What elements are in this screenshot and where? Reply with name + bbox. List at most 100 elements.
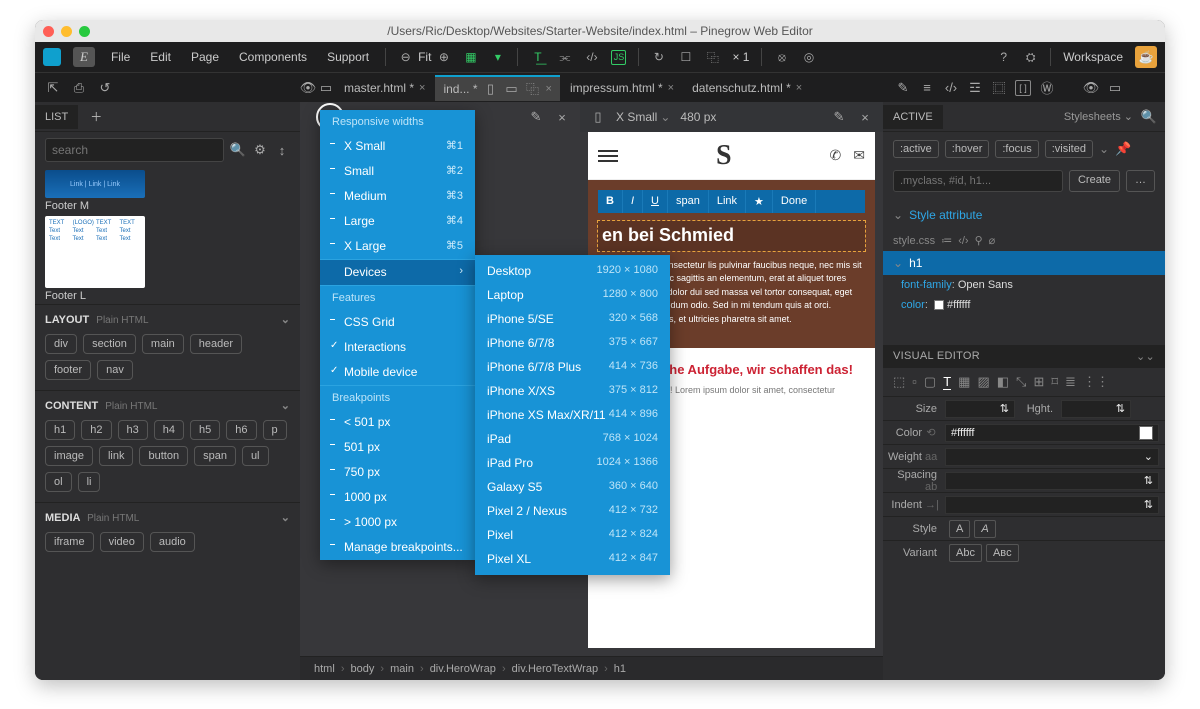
js-badge-icon[interactable]: JS — [611, 50, 626, 65]
export-icon[interactable]: ⇱ — [45, 80, 61, 96]
close-icon[interactable]: × — [546, 83, 552, 95]
filter-icon[interactable]: ↕ — [274, 142, 290, 158]
ve-style-normal[interactable]: A — [949, 520, 970, 538]
pill-h5[interactable]: h5 — [190, 420, 220, 440]
ve-position-icon[interactable]: ⌑ — [1051, 374, 1058, 390]
ve-list-icon[interactable]: ≣ — [1065, 374, 1076, 390]
tab-master[interactable]: master.html *× — [336, 77, 433, 99]
dd-feature[interactable]: CSS Grid — [320, 310, 475, 335]
ve-box-icon[interactable]: ⬚ — [893, 374, 905, 390]
brush-icon[interactable]: ✎ — [895, 80, 911, 96]
pill-ul[interactable]: ul — [242, 446, 269, 466]
print-icon[interactable]: ⎙ — [71, 80, 87, 96]
fit-button[interactable]: Fit — [418, 50, 431, 64]
browser-icon[interactable]: ☐ — [678, 50, 693, 65]
pill-h3[interactable]: h3 — [118, 420, 148, 440]
crumb[interactable]: div.HeroWrap — [430, 663, 506, 675]
ve-size[interactable]: ⇅ — [945, 400, 1015, 418]
multiplier[interactable]: × 1 — [732, 50, 749, 64]
device-outline-icon[interactable]: ▭ — [318, 80, 334, 96]
device-option[interactable]: Desktop1920 × 1080 — [475, 259, 670, 283]
pill-div[interactable]: div — [45, 334, 77, 354]
device-option[interactable]: iPhone XS Max/XR/11414 × 896 — [475, 403, 670, 427]
ve-margin-icon[interactable]: ▫ — [912, 374, 917, 390]
tab-impressum[interactable]: impressum.html *× — [562, 77, 682, 99]
device-option[interactable]: Pixel 2 / Nexus412 × 732 — [475, 499, 670, 523]
pseudo-focus[interactable]: :focus — [995, 140, 1038, 158]
zoom-in-icon[interactable]: ⊕ — [436, 50, 451, 65]
eye-icon[interactable]: 👁 — [300, 80, 316, 96]
ve-bg-icon[interactable]: ▨ — [977, 374, 989, 390]
brackets-icon[interactable]: [ ] — [1015, 80, 1031, 96]
pill-h2[interactable]: h2 — [81, 420, 111, 440]
devices-icon[interactable]: ⿻ — [705, 50, 720, 65]
pill-section[interactable]: section — [83, 334, 136, 354]
ve-more-icon[interactable]: ⋮⋮ — [1083, 374, 1109, 390]
search2-icon[interactable]: 🔍 — [1141, 109, 1157, 125]
tab-index[interactable]: ind... * ▯ ▭ ⿻ × — [435, 75, 559, 101]
refresh-icon[interactable]: ↻ — [651, 50, 666, 65]
ve-weight[interactable]: ⌄ — [945, 448, 1159, 466]
selector-input[interactable] — [893, 170, 1063, 192]
menu-page[interactable]: Page — [187, 47, 223, 67]
help-icon[interactable]: ? — [996, 50, 1011, 65]
pill-iframe[interactable]: iframe — [45, 532, 94, 552]
pill-link[interactable]: link — [99, 446, 134, 466]
device-option[interactable]: iPhone 5/SE320 × 568 — [475, 307, 670, 331]
dd-feature[interactable]: Mobile device — [320, 360, 475, 385]
menu-support[interactable]: Support — [323, 47, 373, 67]
ve-flex-icon[interactable]: ⊞ — [1033, 374, 1044, 390]
mail-icon[interactable]: ✉ — [853, 147, 865, 164]
pill-ol[interactable]: ol — [45, 472, 72, 492]
visibility-off-icon[interactable]: ⦻ — [774, 50, 789, 65]
device-option[interactable]: iPhone 6/7/8375 × 667 — [475, 331, 670, 355]
ve-transform-icon[interactable]: ⤡ — [1016, 374, 1026, 390]
pill-video[interactable]: video — [100, 532, 144, 552]
eye2-icon[interactable]: 👁 — [1083, 80, 1099, 96]
device-option[interactable]: Laptop1280 × 800 — [475, 283, 670, 307]
align-icon[interactable]: ≡ — [919, 80, 935, 96]
underline-button[interactable]: U — [643, 190, 668, 213]
target-icon[interactable]: ◎ — [801, 50, 816, 65]
chevron-down-icon[interactable]: ▾ — [490, 50, 505, 65]
layout-grid-icon[interactable]: ▦ — [463, 50, 478, 65]
pin-icon[interactable]: 📌 — [1115, 141, 1131, 157]
phone-contact-icon[interactable]: ✆ — [830, 147, 842, 164]
pseudo-active[interactable]: :active — [893, 140, 939, 158]
dd-devices[interactable]: Devices› — [320, 260, 475, 285]
dd-breakpoint[interactable]: > 1000 px — [320, 510, 475, 535]
chevron-down-icon[interactable]: ⌄ — [893, 208, 903, 222]
dd-width[interactable]: X Large⌘5 — [320, 234, 475, 259]
ve-style-italic[interactable]: A — [974, 520, 995, 538]
list-tab[interactable]: LIST — [35, 105, 78, 129]
code2-icon[interactable]: ‹/› — [943, 80, 959, 96]
device-option[interactable]: Pixel412 × 824 — [475, 523, 670, 547]
menu-components[interactable]: Components — [235, 47, 311, 67]
close-preview2-icon[interactable]: × — [857, 109, 873, 125]
pinegrow-logo-icon[interactable] — [43, 48, 61, 66]
stylesheet-name[interactable]: style.css — [893, 235, 935, 247]
wordpress-icon[interactable]: Ⓦ — [1039, 80, 1055, 96]
chevron-down-icon[interactable]: ⌄ — [281, 511, 290, 524]
thumb-footer-l[interactable]: TEXT(LOGO)TEXTTEXTTextTextTextTextTextTe… — [45, 216, 290, 302]
component-icon[interactable]: ⿴ — [991, 80, 1007, 96]
zoom-out-icon[interactable]: ⊖ — [398, 50, 413, 65]
dd-breakpoint[interactable]: < 501 px — [320, 410, 475, 435]
close-icon[interactable]: × — [796, 82, 802, 94]
dd-breakpoint[interactable]: 501 px — [320, 435, 475, 460]
ve-text-icon[interactable]: T — [943, 374, 951, 390]
ve-indent[interactable]: ⇅ — [945, 496, 1159, 514]
pill-h4[interactable]: h4 — [154, 420, 184, 440]
link-tool-icon[interactable]: ⫘ — [557, 50, 572, 65]
pill-button[interactable]: button — [139, 446, 188, 466]
panel-icon[interactable]: ▭ — [1107, 80, 1123, 96]
pill-footer[interactable]: footer — [45, 360, 91, 380]
ve-variant-normal[interactable]: Abc — [949, 544, 982, 562]
pseudo-hover[interactable]: :hover — [945, 140, 990, 158]
pill-h6[interactable]: h6 — [226, 420, 256, 440]
ve-color[interactable]: #ffffff — [945, 424, 1159, 442]
lightbulb-icon[interactable]: ⛭ — [1023, 50, 1038, 65]
search-input[interactable] — [45, 138, 224, 162]
stylesheets-menu[interactable]: Stylesheets ⌄ — [1064, 110, 1133, 123]
device-option[interactable]: iPad768 × 1024 — [475, 427, 670, 451]
